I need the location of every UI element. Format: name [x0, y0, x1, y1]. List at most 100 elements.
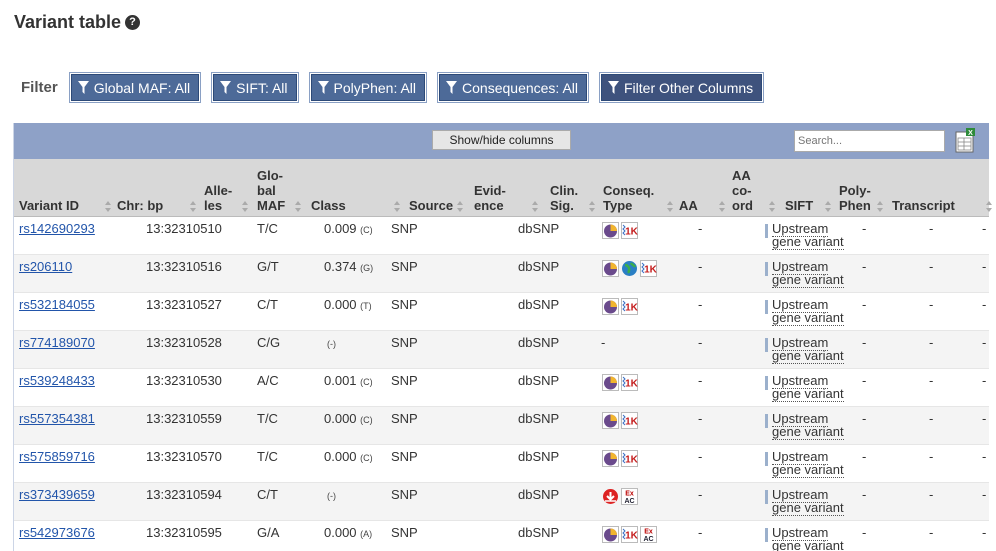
evidence-icons: 1K — [602, 298, 638, 315]
maf-value: 0.001 — [324, 373, 357, 388]
column-header[interactable]: Poly- Phen — [839, 183, 871, 213]
excel-export-icon[interactable]: X — [955, 128, 975, 153]
consequence-color-bar — [765, 300, 768, 314]
column-header[interactable]: Conseq. Type — [603, 183, 654, 213]
sort-icon[interactable] — [532, 201, 539, 212]
column-header[interactable]: Source — [409, 198, 453, 213]
column-header[interactable]: Evid-ence — [474, 183, 506, 213]
sort-icon[interactable] — [105, 201, 112, 212]
consequence-type-cell[interactable]: Upstream gene variant — [772, 487, 852, 516]
variant-id-link[interactable]: rs142690293 — [19, 221, 95, 236]
variant-id-cell: rs575859716 — [19, 450, 95, 464]
column-header[interactable]: Glo-bal MAF — [257, 168, 285, 213]
consequence-type-cell[interactable]: Upstream gene variant — [772, 259, 852, 288]
sort-icon[interactable] — [769, 201, 776, 212]
column-header[interactable]: Transcript — [892, 198, 955, 213]
variant-id-link[interactable]: rs542973676 — [19, 525, 95, 540]
column-header[interactable]: Clin. Sig. — [550, 183, 578, 213]
column-header-label: Sig. — [550, 198, 574, 213]
column-header[interactable]: Chr: bp — [117, 198, 163, 213]
column-header-label: Poly- — [839, 183, 871, 198]
consequence-type-cell[interactable]: Upstream gene variant — [772, 335, 852, 364]
evidence-icons: 1K Ex AC — [602, 526, 657, 543]
filter-button-label: PolyPhen: All — [333, 79, 417, 96]
consequence-type-cell[interactable]: Upstream gene variant — [772, 297, 852, 326]
variant-id-link[interactable]: rs532184055 — [19, 297, 95, 312]
table-row: rs532184055 13:32310527 C/T 0.000 (T) SNP dbS… — [14, 293, 989, 331]
column-header[interactable]: AA — [679, 198, 698, 213]
consequence-type-cell[interactable]: Upstream gene variant — [772, 221, 852, 250]
aa-cell: - — [698, 297, 703, 312]
page-title: Variant table ? — [14, 12, 141, 33]
consequence-type-label: Upstream gene variant — [772, 449, 844, 478]
sort-icon[interactable] — [190, 201, 197, 212]
position-cell: 13:32310527 — [146, 297, 222, 312]
sift-cell: - — [862, 221, 867, 236]
variant-id-link[interactable]: rs557354381 — [19, 411, 95, 426]
show-hide-columns-button[interactable]: Show/hide columns — [432, 130, 571, 150]
column-header[interactable]: Class — [311, 198, 346, 213]
column-header[interactable]: Variant ID — [19, 198, 79, 213]
filter-consequences-button[interactable]: Consequences: All — [437, 72, 589, 103]
maf-allele: (C) — [360, 415, 373, 425]
filter-polyphen-button[interactable]: PolyPhen: All — [308, 72, 428, 103]
column-header-label: co- — [732, 183, 752, 198]
evidence-cell: dbSNP — [518, 221, 560, 236]
consequence-type-cell[interactable]: Upstream gene variant — [772, 373, 852, 402]
variant-id-link[interactable]: rs206110 — [19, 259, 72, 274]
sort-icon[interactable] — [719, 201, 726, 212]
position-cell: 13:32310510 — [146, 221, 222, 236]
filter-sift-button[interactable]: SIFT: All — [211, 72, 299, 103]
position-cell: 13:32310516 — [146, 259, 222, 274]
sift-cell: - — [862, 335, 867, 350]
maf-cell: 0.001 (C) — [324, 374, 373, 389]
evidence-cell: dbSNP — [518, 335, 560, 350]
variant-id-cell: rs373439659 — [19, 488, 95, 502]
consequence-type-cell[interactable]: Upstream gene variant — [772, 449, 852, 478]
consequence-type-label: Upstream gene variant — [772, 411, 844, 440]
transcript-cell: - — [982, 487, 987, 502]
sort-icon[interactable] — [667, 201, 674, 212]
variant-id-link[interactable]: rs373439659 — [19, 487, 95, 502]
evidence-cell: dbSNP — [518, 449, 560, 464]
sift-cell: - — [862, 449, 867, 464]
column-header-label: Variant ID — [19, 198, 79, 213]
consequence-type-cell[interactable]: Upstream gene variant — [772, 525, 852, 551]
maf-cell: (-) — [327, 488, 336, 503]
sort-icon[interactable] — [877, 201, 884, 212]
polyphen-cell: - — [929, 525, 934, 540]
column-header[interactable]: Alle-les — [204, 183, 232, 213]
column-header[interactable]: SIFT — [785, 198, 813, 213]
1000-genomes-icon: 1K — [621, 450, 638, 467]
column-header[interactable]: AA co-ord — [732, 168, 753, 213]
variant-id-link[interactable]: rs575859716 — [19, 449, 95, 464]
1000-genomes-icon: 1K — [621, 412, 638, 429]
consequence-color-bar — [765, 262, 768, 276]
sort-icon[interactable] — [295, 201, 302, 212]
variant-id-cell: rs532184055 — [19, 298, 95, 312]
consequence-type-cell[interactable]: Upstream gene variant — [772, 411, 852, 440]
column-header-label: MAF — [257, 198, 286, 213]
sift-cell: - — [862, 487, 867, 502]
help-icon[interactable]: ? — [125, 15, 141, 30]
variant-id-link[interactable]: rs774189070 — [19, 335, 95, 350]
sort-icon[interactable] — [457, 201, 464, 212]
filter-other-columns-button[interactable]: Filter Other Columns — [598, 72, 765, 103]
maf-allele: (C) — [360, 377, 373, 387]
column-header-label: AA — [679, 198, 698, 213]
sort-icon[interactable] — [242, 201, 249, 212]
evidence-cell: dbSNP — [518, 411, 560, 426]
sort-icon[interactable] — [394, 201, 401, 212]
polyphen-cell: - — [929, 259, 934, 274]
sift-cell: - — [862, 411, 867, 426]
sort-icon[interactable] — [589, 201, 596, 212]
evidence-cell: dbSNP — [518, 373, 560, 388]
transcript-cell: - — [982, 373, 987, 388]
sort-icon[interactable] — [986, 201, 993, 212]
sift-cell: - — [862, 525, 867, 540]
filter-global-maf-button[interactable]: Global MAF: All — [68, 72, 202, 103]
sift-cell: - — [862, 259, 867, 274]
sort-icon[interactable] — [825, 201, 832, 212]
search-input[interactable] — [794, 130, 945, 152]
variant-id-link[interactable]: rs539248433 — [19, 373, 95, 388]
